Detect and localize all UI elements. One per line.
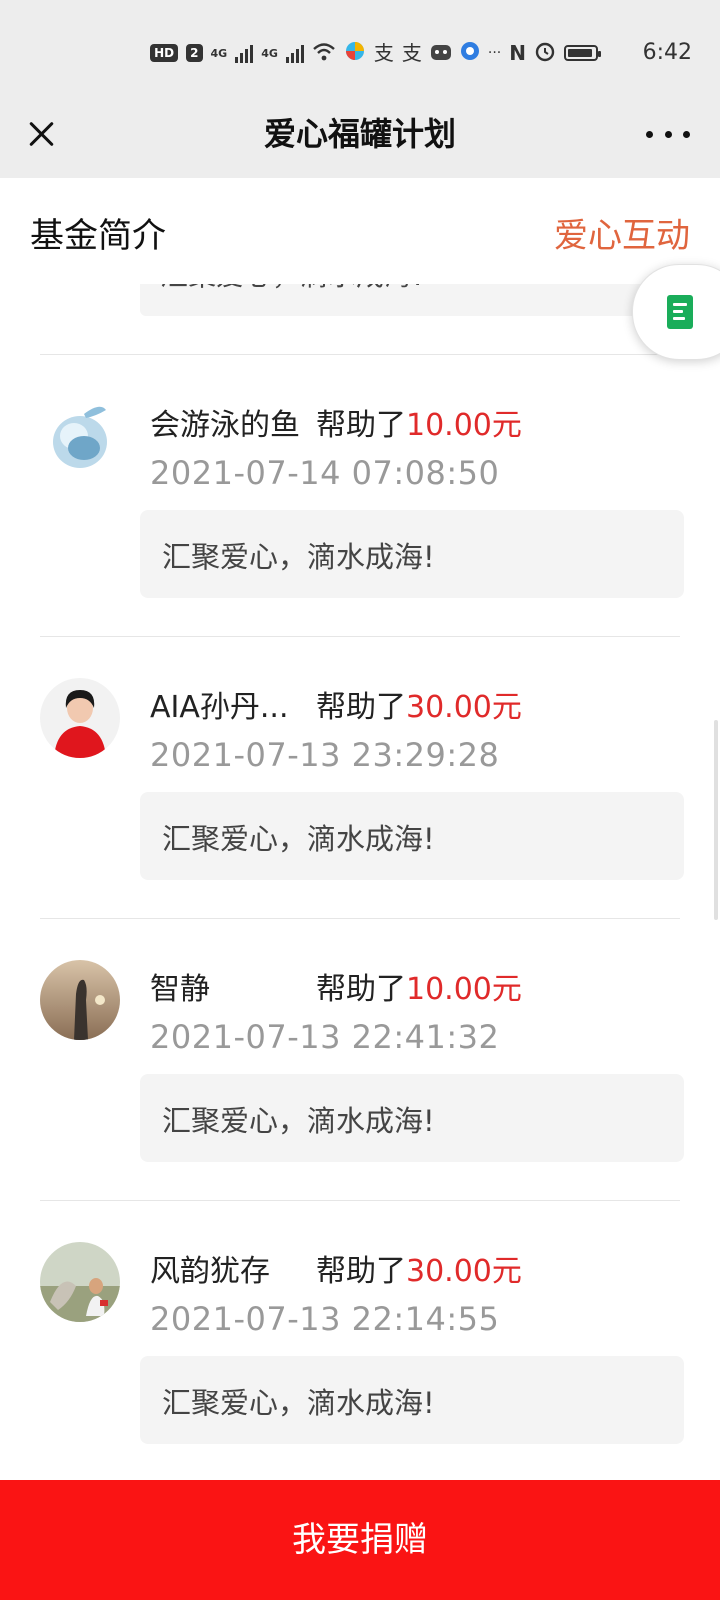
scrollbar[interactable] [714,720,718,920]
donation-amount: 10.00元 [406,972,522,1007]
donor-name: 会游泳的鱼 [150,408,300,443]
game-notification-icon [430,41,452,65]
helped-label: 帮助了 [316,690,406,725]
status-icons: HD 2 4G 4G 支 支 ··· N [150,38,601,68]
tab-love-interaction[interactable]: 爱心互动 [554,208,690,257]
message-bubble: 汇聚爱心，滴水成海! [140,1074,684,1162]
donation-summary: 风韵犹存 帮助了30.00元 [150,1246,522,1290]
hd-badge: HD [150,44,179,62]
partial-message-text: 汇聚爱心，滴水成海! [160,284,423,294]
more-notifications-icon: ··· [487,45,502,61]
donation-time: 2021-07-13 22:14:55 [150,1300,500,1338]
network-4g-label-2: 4G [261,46,278,60]
divider [40,354,680,355]
battery-icon [564,45,601,61]
alipay-icon-2: 支 [401,41,422,65]
donor-name: 风韵犹存 [150,1254,270,1289]
wifi-icon [312,42,336,65]
message-text: 汇聚爱心，滴水成海! [162,1104,435,1138]
divider [40,918,680,919]
divider [40,1200,680,1201]
status-bar: HD 2 4G 4G 支 支 ··· N 6:42 [0,0,720,90]
message-text: 汇聚爱心，滴水成海! [162,540,435,574]
close-icon[interactable] [20,112,64,156]
message-bubble: 汇聚爱心，滴水成海! [140,792,684,880]
tab-bar: 基金简介 爱心互动 [0,178,720,284]
alarm-icon [534,40,556,66]
donation-summary: AIA孙丹... 帮助了30.00元 [150,682,522,726]
donation-summary: 智静 帮助了10.00元 [150,964,522,1008]
tab-fund-intro[interactable]: 基金简介 [30,208,166,257]
page-title: 爱心福罐计划 [263,115,456,153]
message-text: 汇聚爱心，滴水成海! [162,1386,435,1420]
donation-feed[interactable]: 汇聚爱心，滴水成海! 会游泳的鱼帮助了10.00元 2021-07-14 07:… [0,284,720,1480]
donation-entry: AIA孙丹... 帮助了30.00元 2021-07-13 23:29:28 汇聚… [0,656,720,944]
donation-entry: 会游泳的鱼 帮助了10.00元 2021-07-14 07:08:50 汇聚爱心，… [0,374,720,662]
floating-document-button[interactable] [632,264,720,360]
document-icon [667,295,693,329]
avatar[interactable] [40,678,120,758]
message-bubble: 汇聚爱心，滴水成海! [140,510,684,598]
browser-notification-icon [460,41,480,65]
donation-amount: 30.00元 [406,690,522,725]
nfc-icon: N [509,41,526,65]
helped-label: 帮助了 [316,408,406,443]
avatar[interactable] [40,960,120,1040]
donation-time: 2021-07-13 23:29:28 [150,736,500,774]
donation-entry: 风韵犹存 帮助了30.00元 2021-07-13 22:14:55 汇聚爱心，滴… [0,1220,720,1480]
alipay-icon: 支 [373,41,394,65]
donor-name: AIA孙丹... [150,690,289,725]
divider [40,636,680,637]
partial-message-bubble: 汇聚爱心，滴水成海! [140,284,684,316]
message-bubble: 汇聚爱心，滴水成海! [140,1356,684,1444]
donor-name: 智静 [150,972,210,1007]
avatar[interactable] [40,396,120,476]
signal-icon [235,43,254,63]
message-text: 汇聚爱心，滴水成海! [162,822,435,856]
signal-icon-2 [285,43,304,63]
app-notification-icon [344,40,366,66]
helped-label: 帮助了 [316,972,406,1007]
donation-entry: 智静 帮助了10.00元 2021-07-13 22:41:32 汇聚爱心，滴水成… [0,938,720,1226]
donation-amount: 10.00元 [406,408,522,443]
donation-amount: 30.00元 [406,1254,522,1289]
donation-time: 2021-07-13 22:41:32 [150,1018,500,1056]
title-bar: 爱心福罐计划 [0,90,720,178]
avatar[interactable] [40,1242,120,1322]
helped-label: 帮助了 [316,1254,406,1289]
more-menu-icon[interactable] [646,120,690,148]
donation-time: 2021-07-14 07:08:50 [150,454,500,492]
sim-badge: 2 [186,44,203,62]
status-time: 6:42 [642,40,692,65]
donate-button[interactable]: 我要捐赠 [0,1480,720,1600]
network-4g-label: 4G [210,46,228,60]
donation-summary: 会游泳的鱼 帮助了10.00元 [150,400,522,444]
